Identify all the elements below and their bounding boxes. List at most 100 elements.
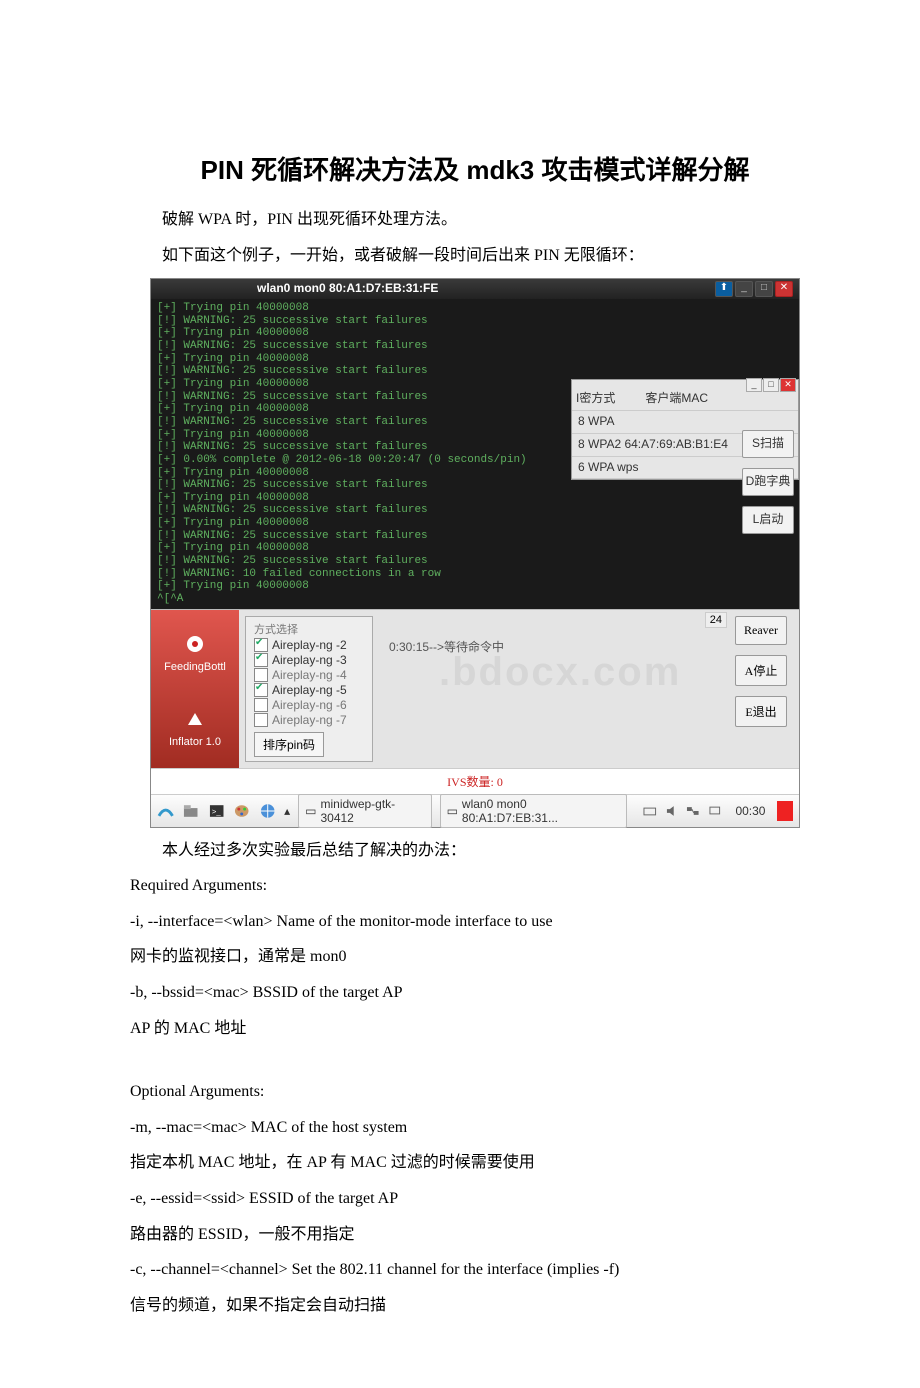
page-title: PIN 死循环解决方法及 mdk3 攻击模式详解分解 [130, 150, 820, 187]
optional-line: -e, --essid=<ssid> ESSID of the target A… [130, 1186, 820, 1212]
terminal-line: [+] Trying pin 40000008 [157, 492, 793, 505]
taskbar-item-label: wlan0 mon0 80:A1:D7:EB:31... [462, 797, 620, 825]
terminal-line: [+] Trying pin 40000008 [157, 542, 793, 555]
mode-label: Aireplay-ng -4 [272, 668, 347, 682]
terminal-line: [!] WARNING: 25 successive start failure… [157, 340, 793, 353]
mode-option[interactable]: Aireplay-ng -7 [254, 713, 364, 727]
checkbox-icon[interactable] [254, 668, 268, 682]
terminal-title: wlan0 mon0 80:A1:D7:EB:31:FE [257, 282, 438, 296]
taskbar-show-desktop[interactable] [777, 801, 792, 821]
paragraph-3: 本人经过多次实验最后总结了解决的办法： [130, 838, 820, 864]
required-line: AP 的 MAC 地址 [130, 1016, 820, 1042]
terminal-line: [+] Trying pin 40000008 [157, 327, 793, 340]
required-title: Required Arguments: [130, 873, 820, 899]
ivs-count: IVS数量: 0 [151, 768, 799, 794]
action-button[interactable]: E退出 [735, 696, 787, 727]
taskbar-paint-icon[interactable] [233, 802, 250, 820]
panel-button[interactable]: L启动 [742, 506, 794, 534]
mode-label: Aireplay-ng -6 [272, 698, 347, 712]
taskbar-globe-icon[interactable] [259, 802, 276, 820]
panel-button[interactable]: D跑字典 [742, 468, 794, 496]
required-line: -b, --bssid=<mac> BSSID of the target AP [130, 980, 820, 1006]
feedingbottle-icon[interactable] [185, 634, 205, 654]
terminal-line: [!] WARNING: 25 successive start failure… [157, 555, 793, 568]
svg-text:>_: >_ [212, 806, 222, 815]
terminal-line: [!] WARNING: 25 successive start failure… [157, 315, 793, 328]
panel-max-icon[interactable]: □ [763, 378, 779, 392]
checkbox-icon[interactable] [254, 698, 268, 712]
sidebar-inflator[interactable]: Inflator 1.0 [151, 736, 239, 748]
column-client-mac: 客户端MAC [645, 392, 708, 406]
watermark: .bdocx.com [439, 650, 681, 695]
panel-button[interactable]: S扫描 [742, 430, 794, 458]
close-button[interactable]: ✕ [775, 281, 793, 297]
optional-line: 指定本机 MAC 地址，在 AP 有 MAC 过滤的时候需要使用 [130, 1150, 820, 1176]
sort-pin-button[interactable]: 排序pin码 [254, 732, 324, 757]
lower-panel: FeedingBottl Inflator 1.0 方式选择 Aireplay-… [151, 609, 799, 768]
terminal-pin-icon[interactable]: ⬆ [715, 281, 733, 297]
mid-area: 24 0:30:15-->等待命令中 .bdocx.com [379, 610, 731, 768]
mode-label: Aireplay-ng -2 [272, 638, 347, 652]
tray-display-icon[interactable] [708, 804, 722, 818]
optional-line: -c, --channel=<channel> Set the 802.11 c… [130, 1257, 820, 1283]
checkbox-icon[interactable] [254, 683, 268, 697]
mode-title: 方式选择 [254, 621, 364, 637]
taskbar-item-minidwep[interactable]: ▭ minidwep-gtk-30412 [298, 794, 431, 828]
mode-select-panel: 方式选择 Aireplay-ng -2Aireplay-ng -3Airepla… [245, 616, 373, 762]
optional-line: 信号的频道，如果不指定会自动扫描 [130, 1293, 820, 1319]
taskbar-item-wlan[interactable]: ▭ wlan0 mon0 80:A1:D7:EB:31... [440, 794, 628, 828]
window-icon: ▭ [447, 804, 458, 818]
tray-volume-icon[interactable] [665, 804, 679, 818]
launcher-sidebar: FeedingBottl Inflator 1.0 [151, 610, 239, 768]
mode-option[interactable]: Aireplay-ng -5 [254, 683, 364, 697]
tray-keyboard-icon[interactable] [643, 804, 657, 818]
taskbar-item-label: minidwep-gtk-30412 [320, 797, 424, 825]
action-button[interactable]: Reaver [735, 616, 787, 645]
taskbar-clock[interactable]: 00:30 [735, 804, 765, 818]
taskbar: >_ ▴ ▭ minidwep-gtk-30412 ▭ wlan0 mon0 8… [151, 794, 799, 827]
checkbox-icon[interactable] [254, 638, 268, 652]
taskbar-terminal-icon[interactable]: >_ [208, 802, 225, 820]
checkbox-icon[interactable] [254, 653, 268, 667]
terminal-line: [+] Trying pin 40000008 [157, 302, 793, 315]
terminal-line: [!] WARNING: 25 successive start failure… [157, 479, 793, 492]
optional-line: 路由器的 ESSID，一般不用指定 [130, 1222, 820, 1248]
mode-label: Aireplay-ng -5 [272, 683, 347, 697]
taskbar-chevron-icon[interactable]: ▴ [284, 804, 290, 818]
minimize-button[interactable]: _ [735, 281, 753, 297]
taskbar-files-icon[interactable] [182, 802, 199, 820]
mode-option[interactable]: Aireplay-ng -4 [254, 668, 364, 682]
taskbar-app-icon[interactable] [157, 802, 174, 820]
panel-min-icon[interactable]: _ [746, 378, 762, 392]
checkbox-icon[interactable] [254, 713, 268, 727]
tray-network-icon[interactable] [686, 804, 700, 818]
paragraph-1: 破解 WPA 时，PIN 出现死循环处理方法。 [130, 207, 820, 233]
optional-title: Optional Arguments: [130, 1079, 820, 1105]
required-line: 网卡的监视接口，通常是 mon0 [130, 944, 820, 970]
panel-close-icon[interactable]: ✕ [780, 378, 796, 392]
window-icon: ▭ [305, 804, 316, 818]
maximize-button[interactable]: □ [755, 281, 773, 297]
terminal-line: [!] WARNING: 25 successive start failure… [157, 365, 793, 378]
mode-option[interactable]: Aireplay-ng -2 [254, 638, 364, 652]
terminal-line: [+] Trying pin 40000008 [157, 517, 793, 530]
wifi-info-panel: _ □ ✕ I密方式 客户端MAC 8 WPA8 WPA2 64:A7:69:A… [571, 379, 799, 480]
action-button[interactable]: A停止 [735, 655, 787, 686]
terminal-line: [+] Trying pin 40000008 [157, 353, 793, 366]
mode-option[interactable]: Aireplay-ng -6 [254, 698, 364, 712]
screenshot-container: wlan0 mon0 80:A1:D7:EB:31:FE ⬆ _ □ ✕ [+]… [150, 278, 800, 827]
paragraph-2: 如下面这个例子，一开始，或者破解一段时间后出来 PIN 无限循环： [130, 243, 820, 269]
terminal-line: [!] WARNING: 25 successive start failure… [157, 530, 793, 543]
terminal-line: ^[^A [157, 593, 793, 606]
terminal-titlebar: wlan0 mon0 80:A1:D7:EB:31:FE ⬆ _ □ ✕ [151, 279, 799, 299]
mode-option[interactable]: Aireplay-ng -3 [254, 653, 364, 667]
sidebar-feedingbottle[interactable]: FeedingBottl [151, 661, 239, 673]
count-badge: 24 [705, 612, 727, 628]
required-line: -i, --interface=<wlan> Name of the monit… [130, 909, 820, 935]
column-encryption: I密方式 [576, 392, 615, 406]
optional-line: -m, --mac=<mac> MAC of the host system [130, 1115, 820, 1141]
terminal-line: [!] WARNING: 10 failed connections in a … [157, 568, 793, 581]
terminal-line: [!] WARNING: 25 successive start failure… [157, 504, 793, 517]
mode-label: Aireplay-ng -7 [272, 713, 347, 727]
inflator-icon[interactable] [185, 709, 205, 729]
